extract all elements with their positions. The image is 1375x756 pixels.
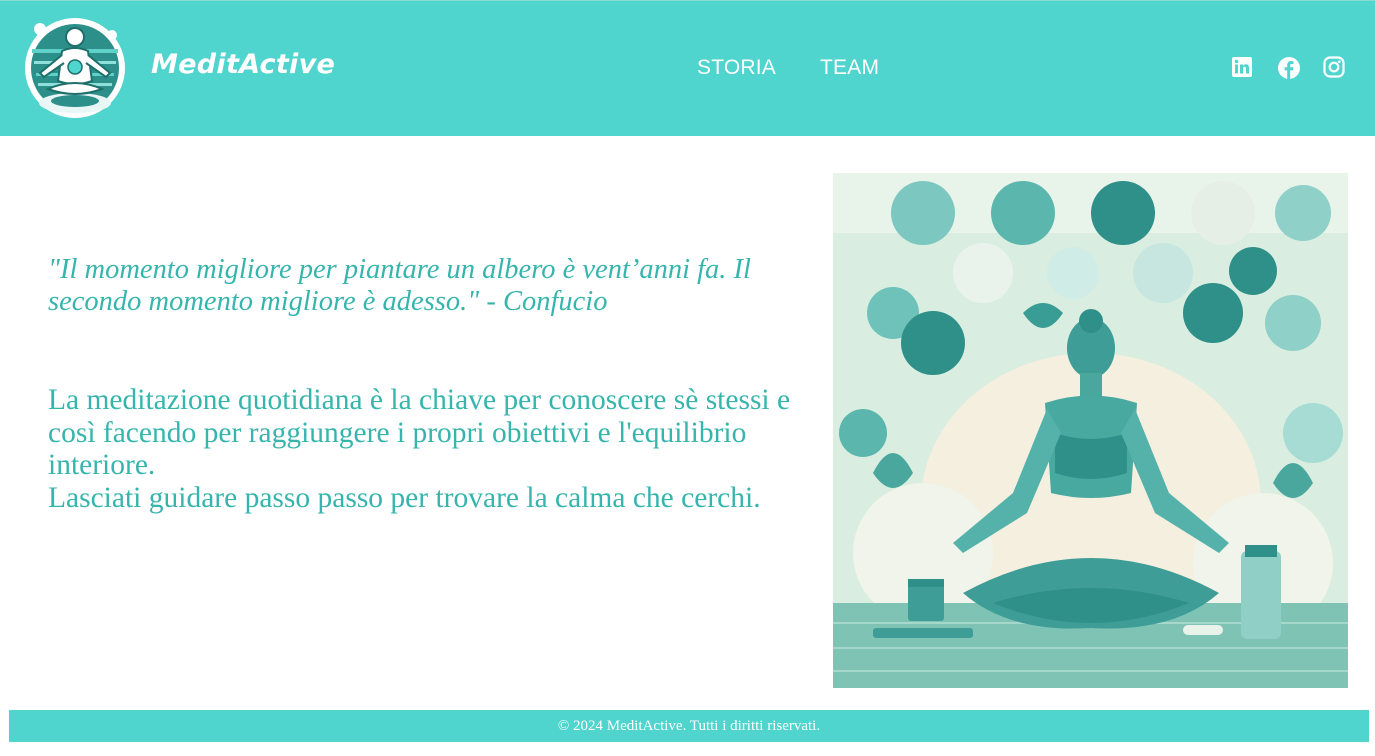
nav-link-storia[interactable]: STORIA [697,56,776,80]
site-footer: © 2024 MeditActive. Tutti i diritti rise… [9,710,1369,742]
intro-paragraph-2: Lasciati guidare passo passo per trovare… [48,481,761,514]
intro-text: La meditazione quotidiana è la chiave pe… [48,384,828,514]
instagram-icon[interactable] [1323,56,1347,80]
intro-paragraph-1: La meditazione quotidiana è la chiave pe… [48,384,791,481]
linkedin-icon[interactable] [1231,56,1255,80]
facebook-icon[interactable] [1277,56,1301,80]
brand-name[interactable]: MeditActive [151,49,335,80]
quote-text: "Il momento migliore per piantare un alb… [48,254,751,317]
social-links [1231,56,1347,80]
logo-icon[interactable] [22,15,128,119]
site-header: MeditActive STORIA TEAM [0,0,1375,136]
main-nav: STORIA TEAM [697,56,879,80]
nav-link-team[interactable]: TEAM [820,56,879,80]
hero-image [833,173,1348,688]
footer-copyright: © 2024 MeditActive. Tutti i diritti rise… [557,718,821,734]
